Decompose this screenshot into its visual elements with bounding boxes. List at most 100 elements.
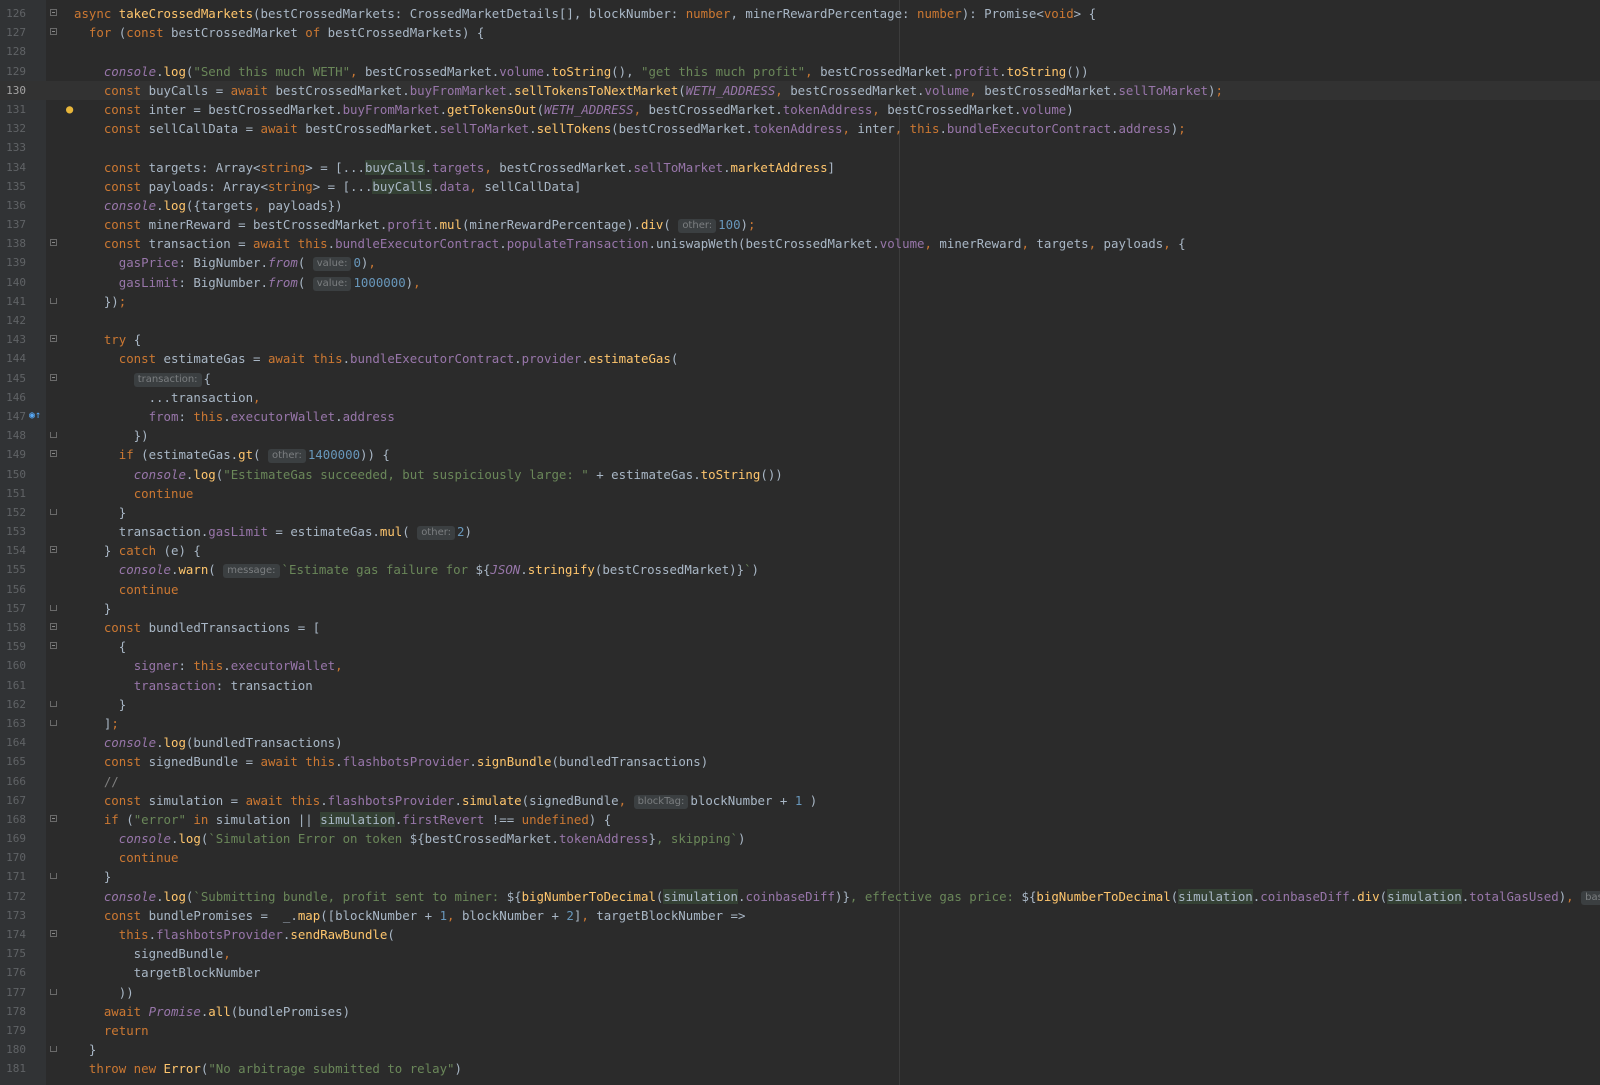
code-text[interactable]: const signedBundle = await this.flashbot… bbox=[74, 752, 708, 771]
code-text[interactable]: continue bbox=[74, 580, 179, 599]
fold-collapse-icon[interactable] bbox=[50, 239, 57, 247]
code-text[interactable]: const targets: Array<string> = [...buyCa… bbox=[74, 158, 835, 177]
code-line[interactable]: 154 } catch (e) { bbox=[0, 541, 1600, 560]
code-text[interactable]: console.log({targets, payloads}) bbox=[74, 196, 343, 215]
code-line[interactable]: 158 const bundledTransactions = [ bbox=[0, 618, 1600, 637]
code-text[interactable]: const transaction = await this.bundleExe… bbox=[74, 234, 1186, 253]
code-text[interactable]: const buyCalls = await bestCrossedMarket… bbox=[74, 81, 1223, 100]
code-text[interactable]: async takeCrossedMarkets(bestCrossedMark… bbox=[74, 4, 1096, 23]
code-line[interactable]: 155 console. warn( message: `Estimate gas … bbox=[0, 560, 1600, 579]
code-line[interactable]: 156 continue bbox=[0, 580, 1600, 599]
code-text[interactable]: try { bbox=[74, 330, 141, 349]
code-line[interactable]: 168 if ("error" in simulation || simulat… bbox=[0, 810, 1600, 829]
code-text[interactable]: const payloads: Array<string> = [...buyC… bbox=[74, 177, 581, 196]
code-line[interactable]: 159 { bbox=[0, 637, 1600, 656]
code-line[interactable]: 180 } bbox=[0, 1040, 1600, 1059]
code-text[interactable]: const estimateGas = await this.bundleExe… bbox=[74, 349, 679, 368]
code-text[interactable]: return bbox=[74, 1021, 149, 1040]
code-text[interactable]: await Promise.all(bundlePromises) bbox=[74, 1002, 350, 1021]
code-text[interactable]: if ("error" in simulation || simulation.… bbox=[74, 810, 611, 829]
code-text[interactable]: }) bbox=[74, 426, 149, 445]
code-text[interactable]: if (estimateGas.gt( other: 1400000)) { bbox=[74, 445, 390, 464]
code-line[interactable]: 163 ]; bbox=[0, 714, 1600, 733]
code-line[interactable]: 131 ● const inter = bestCrossedMarket.buy… bbox=[0, 100, 1600, 119]
code-text[interactable]: } bbox=[74, 503, 126, 522]
code-text[interactable]: continue bbox=[74, 484, 194, 503]
code-line[interactable]: 132 const sellCallData = await bestCross… bbox=[0, 119, 1600, 138]
code-text[interactable]: } bbox=[74, 599, 111, 618]
fold-end-icon[interactable] bbox=[50, 988, 57, 995]
code-line[interactable]: 162 } bbox=[0, 695, 1600, 714]
code-line[interactable]: 144 const estimateGas = await this.bundl… bbox=[0, 349, 1600, 368]
code-text[interactable]: const bundledTransactions = [ bbox=[74, 618, 320, 637]
code-text[interactable]: throw new Error("No arbitrage submitted … bbox=[74, 1059, 462, 1078]
code-line[interactable]: 137 const minerReward = bestCrossedMarke… bbox=[0, 215, 1600, 234]
code-line[interactable]: 178 await Promise.all(bundlePromises) bbox=[0, 1002, 1600, 1021]
code-line[interactable]: 166 // bbox=[0, 772, 1600, 791]
code-line[interactable]: 152 } bbox=[0, 503, 1600, 522]
code-line[interactable]: 130 const buyCalls = await bestCrossedMa… bbox=[0, 80, 1600, 100]
code-line[interactable]: 149 if (estimateGas.gt( other: 1400000)) … bbox=[0, 445, 1600, 464]
code-line[interactable]: 133 bbox=[0, 138, 1600, 157]
code-line[interactable]: 171 } bbox=[0, 867, 1600, 886]
code-line[interactable]: 127 for (const bestCrossedMarket of best… bbox=[0, 23, 1600, 42]
code-text[interactable]: ]; bbox=[74, 714, 119, 733]
code-line[interactable]: 134 const targets: Array<string> = [...b… bbox=[0, 158, 1600, 177]
code-text[interactable]: console.log("EstimateGas succeeded, but … bbox=[74, 465, 783, 484]
code-text[interactable]: from: this.executorWallet.address bbox=[74, 407, 395, 426]
code-line[interactable]: 147 ◉↑ from: this.executorWallet.address bbox=[0, 407, 1600, 426]
code-line[interactable]: 139 gasPrice: BigNumber.from( value: 0), bbox=[0, 253, 1600, 272]
code-text[interactable]: }); bbox=[74, 292, 126, 311]
fold-end-icon[interactable] bbox=[50, 432, 57, 439]
fold-end-icon[interactable] bbox=[50, 719, 57, 726]
code-text[interactable]: transaction:{ bbox=[74, 369, 211, 388]
fold-collapse-icon[interactable] bbox=[50, 642, 57, 650]
code-line[interactable]: 173 const bundlePromises = _.map([blockN… bbox=[0, 906, 1600, 925]
code-text[interactable]: gasLimit: BigNumber.from( value: 1000000)… bbox=[74, 273, 421, 292]
code-text[interactable]: targetBlockNumber bbox=[74, 963, 261, 982]
code-line[interactable]: 167 const simulation = await this.flashb… bbox=[0, 791, 1600, 810]
code-text[interactable]: console.log(bundledTransactions) bbox=[74, 733, 343, 752]
code-line[interactable]: 170 continue bbox=[0, 848, 1600, 867]
code-line[interactable]: 179 return bbox=[0, 1021, 1600, 1040]
code-text[interactable]: const minerReward = bestCrossedMarket.pr… bbox=[74, 215, 755, 234]
fold-collapse-icon[interactable] bbox=[50, 930, 57, 937]
fold-end-icon[interactable] bbox=[50, 508, 57, 515]
code-text[interactable]: { bbox=[74, 637, 126, 656]
code-text[interactable]: console.log("Send this much WETH", bestC… bbox=[74, 62, 1089, 81]
code-line[interactable]: 160 signer: this.executorWallet, bbox=[0, 656, 1600, 675]
code-line[interactable]: 164 console.log(bundledTransactions) bbox=[0, 733, 1600, 752]
code-text[interactable]: const bundlePromises = _.map([blockNumbe… bbox=[74, 906, 746, 925]
code-line[interactable]: 161 transaction: transaction bbox=[0, 676, 1600, 695]
fold-collapse-icon[interactable] bbox=[50, 623, 57, 630]
code-text[interactable]: const inter = bestCrossedMarket.buyFromM… bbox=[74, 100, 1074, 119]
code-line[interactable]: 157 } bbox=[0, 599, 1600, 618]
code-line[interactable]: 181 throw new Error("No arbitrage submit… bbox=[0, 1059, 1600, 1078]
code-text[interactable]: ...transaction, bbox=[74, 388, 261, 407]
code-text[interactable]: for (const bestCrossedMarket of bestCros… bbox=[74, 23, 484, 42]
code-text[interactable]: const sellCallData = await bestCrossedMa… bbox=[74, 119, 1186, 138]
code-text[interactable]: transaction: transaction bbox=[74, 676, 313, 695]
code-line[interactable]: 135 const payloads: Array<string> = [...… bbox=[0, 177, 1600, 196]
code-text[interactable]: } bbox=[74, 1040, 96, 1059]
fold-end-icon[interactable] bbox=[50, 297, 57, 304]
code-text[interactable]: } bbox=[74, 867, 111, 886]
code-line[interactable]: 142 bbox=[0, 311, 1600, 330]
code-line[interactable]: 138 const transaction = await this.bundl… bbox=[0, 234, 1600, 253]
code-line[interactable]: 129 console.log("Send this much WETH", b… bbox=[0, 62, 1600, 81]
code-text[interactable]: this.flashbotsProvider.sendRawBundle( bbox=[74, 925, 395, 944]
code-text[interactable]: signer: this.executorWallet, bbox=[74, 656, 343, 675]
fold-end-icon[interactable] bbox=[50, 1046, 57, 1053]
code-text[interactable]: console. warn( message: `Estimate gas fail… bbox=[74, 560, 759, 579]
code-line[interactable]: 150 console.log("EstimateGas succeeded, … bbox=[0, 465, 1600, 484]
code-text[interactable]: gasPrice: BigNumber.from( value: 0), bbox=[74, 253, 376, 272]
code-text[interactable]: console.log (`Submitting bundle, profit s… bbox=[74, 887, 1600, 906]
code-line[interactable]: 169 console.log(`Simulation Error on tok… bbox=[0, 829, 1600, 848]
implementation-gutter-icon[interactable]: ◉↑ bbox=[29, 409, 43, 423]
fold-end-icon[interactable] bbox=[50, 873, 57, 880]
code-text[interactable]: )) bbox=[74, 983, 134, 1002]
code-line[interactable]: 177 )) bbox=[0, 983, 1600, 1002]
code-line[interactable]: 174 this.flashbotsProvider.sendRawBundle… bbox=[0, 925, 1600, 944]
code-line[interactable]: 141 }); bbox=[0, 292, 1600, 311]
code-text[interactable]: continue bbox=[74, 848, 179, 867]
